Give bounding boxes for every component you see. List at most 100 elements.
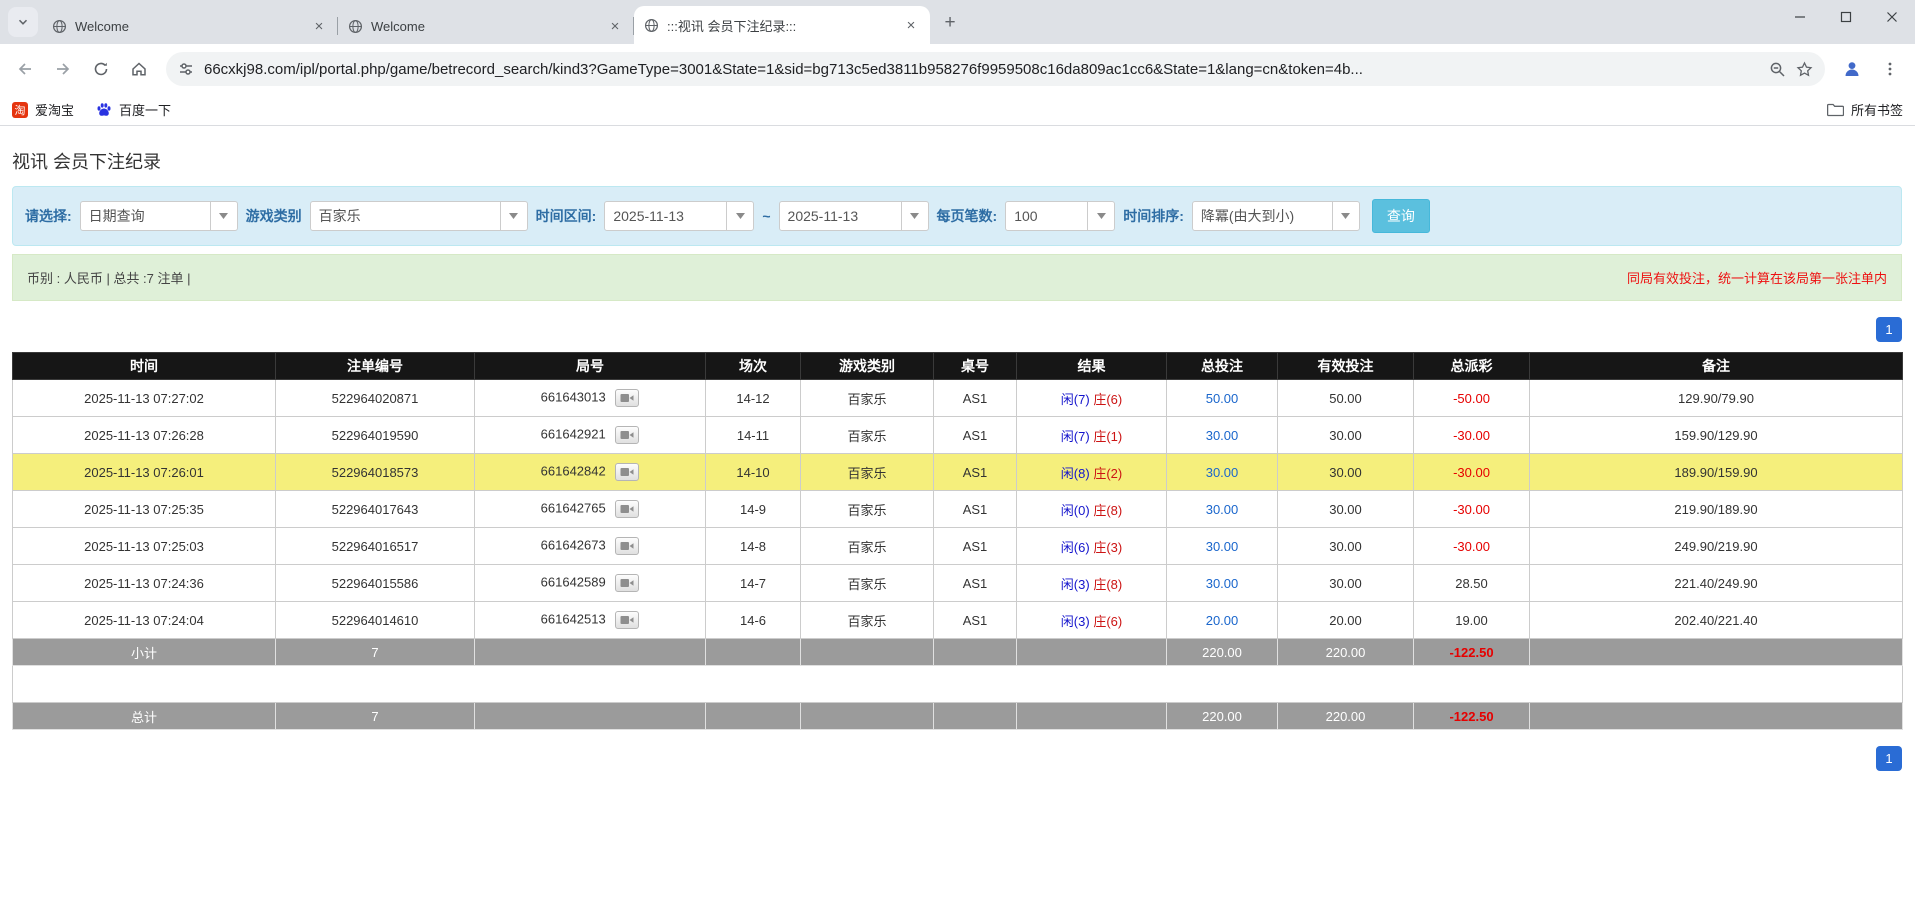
footer-empty: [1530, 639, 1903, 666]
minimize-button[interactable]: [1777, 0, 1823, 34]
cell-total-bet[interactable]: 30.00: [1167, 417, 1278, 454]
page-size-select[interactable]: 100: [1005, 201, 1115, 231]
chevron-down-icon: [1087, 202, 1114, 230]
result-player: 闲(0): [1061, 503, 1090, 518]
footer-count: 7: [276, 639, 475, 666]
grand-total-row: 总计7220.00220.00-122.50: [13, 703, 1903, 730]
cell-total-bet[interactable]: 30.00: [1167, 491, 1278, 528]
globe-icon: [348, 19, 363, 34]
close-window-button[interactable]: [1869, 0, 1915, 34]
cell-total-bet[interactable]: 50.00: [1167, 380, 1278, 417]
result-player: 闲(6): [1061, 540, 1090, 555]
close-icon[interactable]: ×: [606, 17, 624, 35]
video-replay-icon[interactable]: [615, 611, 639, 629]
cell-round: 661642765: [475, 491, 706, 528]
video-replay-icon[interactable]: [615, 574, 639, 592]
cell-time: 2025-11-13 07:25:35: [13, 491, 276, 528]
cell-payout: -50.00: [1414, 380, 1530, 417]
cell-table-no: AS1: [934, 491, 1017, 528]
reload-button[interactable]: [84, 52, 118, 86]
folder-icon: [1827, 102, 1844, 117]
summary-bar: 币别 : 人民币 | 总共 :7 注单 | 同局有效投注，统一计算在该局第一张注…: [12, 254, 1902, 301]
cell-total-bet[interactable]: 20.00: [1167, 602, 1278, 639]
tab-bar: Welcome × Welcome × :::视讯 会员下注纪录::: × +: [0, 0, 1915, 44]
tab-bet-record-active[interactable]: :::视讯 会员下注纪录::: ×: [634, 6, 930, 44]
table-row: 2025-11-13 07:24:04522964014610661642513…: [13, 602, 1903, 639]
footer-empty: [706, 703, 801, 730]
video-replay-icon[interactable]: [615, 389, 639, 407]
cell-payout: -30.00: [1414, 417, 1530, 454]
cell-session: 14-12: [706, 380, 801, 417]
close-icon[interactable]: ×: [310, 17, 328, 35]
filter-bar: 请选择: 日期查询 游戏类别 百家乐 时间区间: 2025-11-13 ~ 20…: [12, 186, 1902, 246]
video-replay-icon[interactable]: [615, 537, 639, 555]
cell-table-no: AS1: [934, 380, 1017, 417]
cell-bet-id: 522964017643: [276, 491, 475, 528]
bookmark-baidu[interactable]: 百度一下: [96, 100, 171, 119]
tab-welcome-1[interactable]: Welcome ×: [42, 8, 338, 44]
video-replay-icon[interactable]: [615, 463, 639, 481]
date-from-select[interactable]: 2025-11-13: [604, 201, 754, 231]
cell-total-bet[interactable]: 30.00: [1167, 565, 1278, 602]
cell-total-bet[interactable]: 30.00: [1167, 454, 1278, 491]
page-content: 视讯 会员下注纪录 请选择: 日期查询 游戏类别 百家乐 时间区间: 2025-…: [12, 148, 1902, 771]
cell-table-no: AS1: [934, 528, 1017, 565]
footer-valid-bet: 220.00: [1278, 639, 1414, 666]
footer-empty: [1530, 703, 1903, 730]
tab-title: :::视讯 会员下注纪录:::: [667, 16, 894, 35]
cell-payout: -30.00: [1414, 454, 1530, 491]
video-replay-icon[interactable]: [615, 426, 639, 444]
address-input[interactable]: 66cxkj98.com/ipl/portal.php/game/betreco…: [166, 52, 1825, 86]
tab-search-button[interactable]: [8, 7, 38, 37]
tab-title: Welcome: [75, 19, 302, 34]
pagination-top: 1: [12, 317, 1902, 342]
pagination-page-1[interactable]: 1: [1876, 746, 1902, 771]
pagination-page-1[interactable]: 1: [1876, 317, 1902, 342]
tab-welcome-2[interactable]: Welcome ×: [338, 8, 634, 44]
maximize-button[interactable]: [1823, 0, 1869, 34]
cell-session: 14-11: [706, 417, 801, 454]
video-replay-icon[interactable]: [615, 500, 639, 518]
footer-valid-bet: 220.00: [1278, 703, 1414, 730]
new-tab-button[interactable]: +: [936, 9, 964, 37]
cell-table-no: AS1: [934, 417, 1017, 454]
window-controls: [1777, 0, 1915, 34]
query-type-select[interactable]: 日期查询: [80, 201, 238, 231]
result-banker: 庄(3): [1093, 540, 1122, 555]
column-header: 注单编号: [276, 353, 475, 380]
all-bookmarks[interactable]: 所有书签: [1827, 100, 1903, 119]
zoom-icon[interactable]: [1769, 61, 1786, 78]
menu-kebab-icon[interactable]: [1873, 52, 1907, 86]
back-button[interactable]: [8, 52, 42, 86]
game-type-select[interactable]: 百家乐: [310, 201, 528, 231]
date-to-select[interactable]: 2025-11-13: [779, 201, 929, 231]
cell-round: 661642921: [475, 417, 706, 454]
site-info-icon[interactable]: [178, 61, 194, 77]
cell-game-type: 百家乐: [801, 565, 934, 602]
cell-round: 661642842: [475, 454, 706, 491]
result-player: 闲(8): [1061, 466, 1090, 481]
search-button[interactable]: 查询: [1372, 199, 1430, 233]
cell-total-bet[interactable]: 30.00: [1167, 528, 1278, 565]
bookmark-star-icon[interactable]: [1796, 61, 1813, 78]
cell-round: 661642589: [475, 565, 706, 602]
cell-result: 闲(0) 庄(8): [1017, 491, 1167, 528]
cell-bet-id: 522964014610: [276, 602, 475, 639]
cell-table-no: AS1: [934, 602, 1017, 639]
footer-total-bet: 220.00: [1167, 639, 1278, 666]
result-player: 闲(7): [1061, 429, 1090, 444]
column-header: 局号: [475, 353, 706, 380]
filter-label-tilde: ~: [762, 208, 770, 224]
home-button[interactable]: [122, 52, 156, 86]
cell-session: 14-10: [706, 454, 801, 491]
profile-avatar[interactable]: [1835, 52, 1869, 86]
sort-order-select[interactable]: 降冪(由大到小): [1192, 201, 1360, 231]
close-icon[interactable]: ×: [902, 16, 920, 34]
pagination-bottom: 1: [12, 746, 1902, 771]
cell-time: 2025-11-13 07:24:04: [13, 602, 276, 639]
cell-result: 闲(7) 庄(1): [1017, 417, 1167, 454]
cell-valid-bet: 30.00: [1278, 417, 1414, 454]
forward-button[interactable]: [46, 52, 80, 86]
bookmark-aitaobao[interactable]: 淘 爱淘宝: [12, 100, 74, 119]
cell-payout: 19.00: [1414, 602, 1530, 639]
